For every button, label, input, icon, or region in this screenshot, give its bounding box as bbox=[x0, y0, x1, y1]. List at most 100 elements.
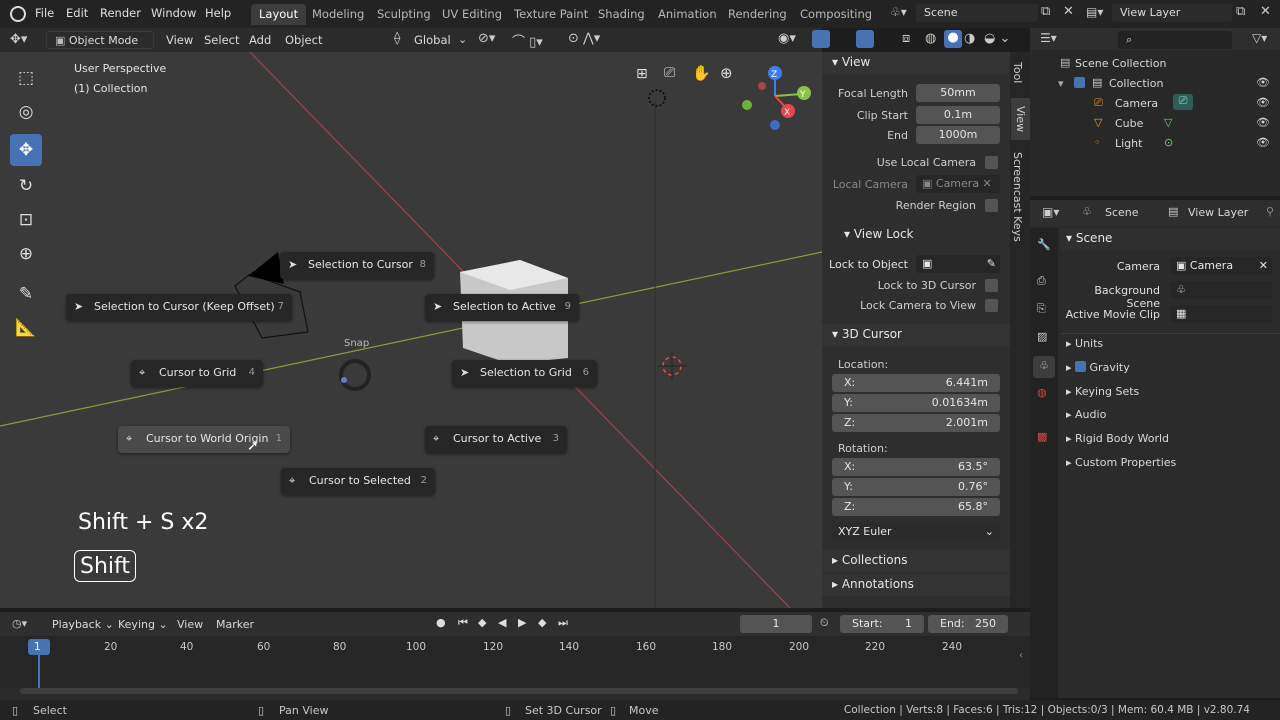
view-layer-tab-icon[interactable]: ▨ bbox=[1037, 330, 1047, 343]
menu-add[interactable]: Add bbox=[249, 33, 271, 47]
section-custom-properties[interactable]: ▸ Custom Properties bbox=[1066, 456, 1176, 469]
transform-tool[interactable]: ⊕ bbox=[10, 238, 42, 270]
outliner-light[interactable]: Light bbox=[1115, 137, 1142, 150]
cursor-y-field[interactable]: Y: 0.01634m bbox=[832, 394, 1000, 412]
tab-compositing[interactable]: Compositing bbox=[792, 4, 880, 25]
outliner-collection[interactable]: Collection bbox=[1109, 77, 1163, 90]
tab-uv-editing[interactable]: UV Editing bbox=[434, 4, 510, 25]
expand-icon[interactable]: ▾ bbox=[1058, 77, 1064, 90]
cursor-z-field[interactable]: Z: 2.001m bbox=[832, 414, 1000, 432]
pie-selection-to-grid[interactable]: ➤ Selection to Grid 6 bbox=[452, 360, 597, 387]
rotation-y-field[interactable]: Y: 0.76° bbox=[832, 478, 1000, 496]
outliner-camera[interactable]: Camera bbox=[1115, 97, 1158, 110]
background-scene-field[interactable]: ♧ bbox=[1170, 281, 1272, 299]
use-local-camera-checkbox[interactable] bbox=[985, 156, 998, 169]
lock-3d-cursor-checkbox[interactable] bbox=[985, 279, 998, 292]
texture-tab-icon[interactable]: ▩ bbox=[1037, 430, 1047, 443]
outliner-cube[interactable]: Cube bbox=[1115, 117, 1143, 130]
eye-icon[interactable]: 👁 bbox=[1256, 76, 1270, 89]
lock-camera-view-checkbox[interactable] bbox=[985, 299, 998, 312]
editor-type-icon[interactable]: ✥▾ bbox=[10, 32, 27, 47]
measure-tool[interactable]: 📐 bbox=[10, 312, 42, 344]
prev-keyframe-icon[interactable]: ◆ bbox=[478, 616, 486, 629]
remove-scene-icon[interactable]: ✕ bbox=[1063, 4, 1074, 19]
xray-icon[interactable]: ⧈ bbox=[902, 31, 910, 46]
tool-tab-icon[interactable]: 🔧 bbox=[1037, 238, 1051, 251]
snap-icon[interactable]: ⌒ ▯▾ bbox=[512, 31, 543, 50]
eyedropper-icon[interactable]: ✎ bbox=[987, 257, 1000, 270]
timeline-scrollbar[interactable] bbox=[20, 688, 1018, 694]
outliner-search-input[interactable]: ⌕ bbox=[1118, 31, 1232, 49]
play-reverse-icon[interactable]: ◀ bbox=[498, 616, 506, 629]
wireframe-shading-icon[interactable]: ◍ bbox=[925, 31, 936, 46]
menu-file[interactable]: File bbox=[35, 6, 54, 20]
orientation-selector[interactable]: Global bbox=[414, 33, 451, 47]
mode-selector[interactable]: ▣ Object Mode⌄ bbox=[46, 31, 154, 60]
camera-data-icon[interactable]: ⎚ bbox=[1173, 94, 1193, 110]
menu-window[interactable]: Window bbox=[151, 6, 196, 20]
panel-collections-header[interactable]: ▸ Collections bbox=[822, 550, 1010, 572]
menu-edit[interactable]: Edit bbox=[66, 6, 88, 20]
tab-texture-paint[interactable]: Texture Paint bbox=[506, 4, 596, 25]
new-scene-icon[interactable]: ⧉ bbox=[1041, 4, 1050, 19]
properties-view-layer-label[interactable]: View Layer bbox=[1188, 206, 1248, 219]
cursor-tool[interactable]: ◎ bbox=[10, 96, 42, 128]
pie-selection-to-cursor[interactable]: ➤ Selection to Cursor 8 bbox=[280, 252, 434, 279]
timeline-menu-keying[interactable]: Keying ⌄ bbox=[118, 618, 168, 631]
jump-start-icon[interactable]: ⏮ bbox=[458, 616, 468, 630]
render-region-checkbox[interactable] bbox=[985, 199, 998, 212]
gravity-checkbox[interactable] bbox=[1075, 361, 1087, 372]
tab-view[interactable]: View bbox=[1011, 98, 1030, 141]
light-data-icon[interactable]: ⊙ bbox=[1164, 136, 1173, 149]
pie-cursor-to-active[interactable]: ⌖ Cursor to Active 3 bbox=[425, 426, 567, 453]
world-tab-icon[interactable]: ◍ bbox=[1037, 386, 1047, 399]
section-audio[interactable]: ▸ Audio bbox=[1066, 408, 1106, 421]
play-icon[interactable]: ▶ bbox=[518, 616, 526, 629]
lock-to-object-field[interactable]: ▣ ✎ bbox=[916, 255, 1000, 273]
properties-scene-label[interactable]: Scene bbox=[1105, 206, 1139, 219]
overlay-toggle-icon[interactable] bbox=[856, 30, 874, 48]
scene-props-tab-icon[interactable]: ♧ bbox=[1033, 356, 1055, 378]
pie-selection-to-active[interactable]: ➤ Selection to Active 9 bbox=[425, 294, 579, 321]
visibility-icon[interactable]: ◉▾ bbox=[778, 31, 796, 46]
panel-view-lock-header[interactable]: ▾ View Lock bbox=[822, 224, 1010, 246]
section-units[interactable]: ▸ Units bbox=[1066, 337, 1103, 350]
rotation-z-field[interactable]: Z: 65.8° bbox=[832, 498, 1000, 516]
panel-3d-cursor-header[interactable]: ▾ 3D Cursor bbox=[822, 324, 1010, 346]
tab-tool[interactable]: Tool bbox=[1011, 56, 1024, 89]
scale-tool[interactable]: ⊡ bbox=[10, 204, 42, 236]
pie-cursor-to-world-origin[interactable]: ⌖ Cursor to World Origin 1 bbox=[118, 426, 290, 453]
remove-view-layer-icon[interactable]: ✕ bbox=[1260, 4, 1271, 19]
pin-icon[interactable]: ⚲ bbox=[1266, 205, 1274, 218]
timeline-menu-view[interactable]: View bbox=[177, 618, 203, 631]
record-icon[interactable]: ● bbox=[436, 616, 446, 629]
timeline-menu-playback[interactable]: Playback ⌄ bbox=[52, 618, 114, 631]
gizmo-toggle-icon[interactable] bbox=[812, 30, 830, 48]
rendered-shading-icon[interactable]: ◒ ⌄ bbox=[984, 31, 1010, 46]
filter-icon[interactable]: ▽▾ bbox=[1252, 31, 1267, 45]
panel-view-header[interactable]: ▾ View bbox=[822, 52, 1010, 74]
local-camera-field[interactable]: ▣ Camera ✕ bbox=[916, 175, 1000, 193]
rotate-tool[interactable]: ↻ bbox=[10, 170, 42, 202]
menu-select[interactable]: Select bbox=[204, 33, 239, 47]
proportional-edit-icon[interactable]: ⊙ ⋀▾ bbox=[568, 31, 600, 46]
solid-shading-icon[interactable]: ● bbox=[944, 30, 962, 48]
rotation-x-field[interactable]: X: 63.5° bbox=[832, 458, 1000, 476]
timeline-editor-icon[interactable]: ◷▾ bbox=[12, 617, 27, 630]
menu-object[interactable]: Object bbox=[285, 33, 322, 47]
cursor-x-field[interactable]: X: 6.441m bbox=[832, 374, 1000, 392]
collection-checkbox[interactable] bbox=[1074, 77, 1085, 88]
mesh-data-icon[interactable]: ▽ bbox=[1164, 116, 1172, 129]
eye-icon[interactable]: 👁 bbox=[1256, 136, 1270, 149]
clip-end-field[interactable]: 1000m bbox=[916, 126, 1000, 144]
eye-icon[interactable]: 👁 bbox=[1256, 116, 1270, 129]
current-frame-field[interactable]: 1 bbox=[740, 615, 812, 633]
pie-cursor-to-grid[interactable]: ⌖ Cursor to Grid 4 bbox=[131, 360, 263, 387]
scene-panel-header[interactable]: ▾ Scene bbox=[1066, 231, 1112, 245]
tab-screencast-keys[interactable]: Screencast Keys bbox=[1011, 146, 1024, 248]
3d-viewport[interactable]: Z Y X User Perspective (1) Collection ⊞ … bbox=[0, 52, 822, 608]
properties-editor-icon[interactable]: ▣▾ bbox=[1042, 205, 1059, 219]
output-tab-icon[interactable]: ⎘ bbox=[1037, 302, 1046, 316]
tab-rendering[interactable]: Rendering bbox=[720, 4, 795, 25]
outliner-editor-icon[interactable]: ☰▾ bbox=[1040, 31, 1057, 45]
